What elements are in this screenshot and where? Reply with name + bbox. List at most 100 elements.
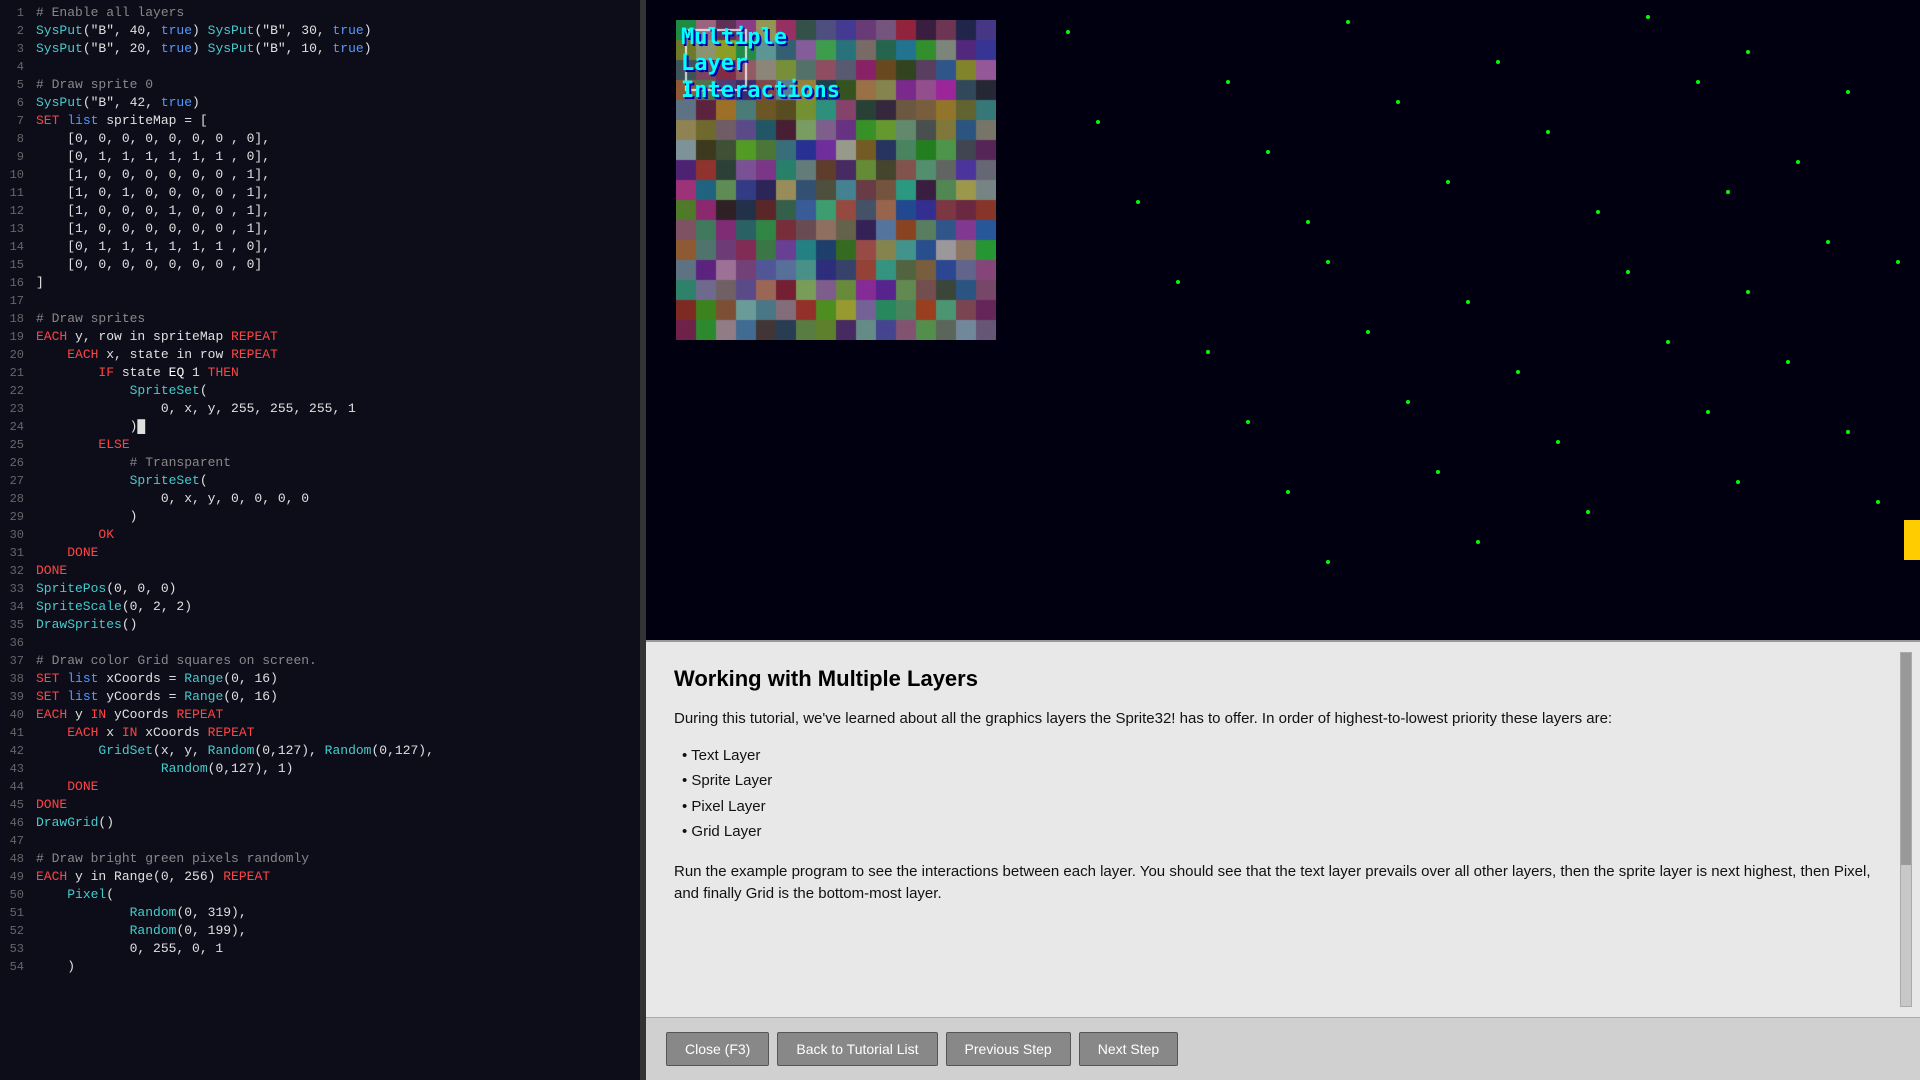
code-line: 16] [0, 274, 640, 292]
line-number: 27 [0, 472, 32, 490]
line-content: ) [32, 508, 137, 526]
line-content: SysPut("B", 20, true) SysPut("B", 10, tr… [32, 40, 372, 58]
green-dot [1846, 90, 1850, 94]
line-number: 26 [0, 454, 32, 472]
code-line: 19EACH y, row in spriteMap REPEAT [0, 328, 640, 346]
main-container: 1# Enable all layers2SysPut("B", 40, tru… [0, 0, 1920, 1080]
line-number: 10 [0, 166, 32, 184]
line-number: 28 [0, 490, 32, 508]
line-number: 42 [0, 742, 32, 760]
code-line: 4 [0, 58, 640, 76]
line-number: 23 [0, 400, 32, 418]
green-dot [1496, 60, 1500, 64]
line-number: 1 [0, 4, 32, 22]
line-number: 46 [0, 814, 32, 832]
code-line: 41 EACH x IN xCoords REPEAT [0, 724, 640, 742]
layer-item: • Grid Layer [682, 819, 1892, 845]
code-line: 3SysPut("B", 20, true) SysPut("B", 10, t… [0, 40, 640, 58]
code-line: 23 0, x, y, 255, 255, 255, 1 [0, 400, 640, 418]
code-line: 40EACH y IN yCoords REPEAT [0, 706, 640, 724]
line-number: 2 [0, 22, 32, 40]
line-number: 12 [0, 202, 32, 220]
line-content: [0, 0, 0, 0, 0, 0, 0 , 0] [32, 256, 262, 274]
code-line: 18# Draw sprites [0, 310, 640, 328]
green-dot [1326, 560, 1330, 564]
dialog-intro: During this tutorial, we've learned abou… [674, 708, 1892, 731]
line-number: 34 [0, 598, 32, 616]
line-content: # Draw sprite 0 [32, 76, 153, 94]
line-number: 31 [0, 544, 32, 562]
line-content: EACH y, row in spriteMap REPEAT [32, 328, 278, 346]
code-line: 42 GridSet(x, y, Random(0,127), Random(0… [0, 742, 640, 760]
green-dot [1286, 490, 1290, 494]
line-number: 15 [0, 256, 32, 274]
line-content: DONE [32, 544, 98, 562]
green-dot [1826, 240, 1830, 244]
line-content: Random(0,127), 1) [32, 760, 293, 778]
line-number: 54 [0, 958, 32, 976]
layer-list: • Text Layer• Sprite Layer• Pixel Layer•… [682, 743, 1892, 845]
line-content: DONE [32, 778, 98, 796]
line-number: 9 [0, 148, 32, 166]
dialog-scrollbar[interactable] [1900, 652, 1912, 1007]
green-dot [1326, 260, 1330, 264]
line-content: # Transparent [32, 454, 231, 472]
green-dot [1476, 540, 1480, 544]
line-content: EACH y IN yCoords REPEAT [32, 706, 223, 724]
green-dot [1176, 280, 1180, 284]
back-to-list-button[interactable]: Back to Tutorial List [777, 1032, 937, 1066]
line-number: 19 [0, 328, 32, 346]
line-number: 21 [0, 364, 32, 382]
line-content: ) [32, 958, 75, 976]
green-dot [1786, 360, 1790, 364]
green-dot [1746, 50, 1750, 54]
green-dot [1206, 350, 1210, 354]
layer-item: • Pixel Layer [682, 794, 1892, 820]
line-number: 48 [0, 850, 32, 868]
code-line: 38SET list xCoords = Range(0, 16) [0, 670, 640, 688]
line-content [32, 634, 36, 652]
line-content: EACH x IN xCoords REPEAT [32, 724, 254, 742]
line-number: 33 [0, 580, 32, 598]
line-content: ] [32, 274, 44, 292]
code-line: 44 DONE [0, 778, 640, 796]
code-line: 6SysPut("B", 42, true) [0, 94, 640, 112]
green-dot [1796, 160, 1800, 164]
scrollbar-thumb[interactable] [1901, 653, 1911, 865]
code-line: 24 )█ [0, 418, 640, 436]
green-dot [1586, 510, 1590, 514]
line-content: [0, 1, 1, 1, 1, 1, 1 , 0], [32, 148, 270, 166]
code-line: 21 IF state EQ 1 THEN [0, 364, 640, 382]
previous-step-button[interactable]: Previous Step [946, 1032, 1071, 1066]
line-content: Random(0, 319), [32, 904, 247, 922]
line-number: 6 [0, 94, 32, 112]
line-content: )█ [32, 418, 145, 436]
code-line: 5# Draw sprite 0 [0, 76, 640, 94]
close-button[interactable]: Close (F3) [666, 1032, 769, 1066]
line-number: 16 [0, 274, 32, 292]
green-dot [1726, 190, 1730, 194]
green-dot [1546, 130, 1550, 134]
line-content: IF state EQ 1 THEN [32, 364, 239, 382]
green-dot [1596, 210, 1600, 214]
line-content: # Enable all layers [32, 4, 184, 22]
line-content: Random(0, 199), [32, 922, 247, 940]
right-panel: Multiple Layer Interactions Working with… [646, 0, 1920, 1080]
green-dot [1556, 440, 1560, 444]
dialog-body: During this tutorial, we've learned abou… [674, 708, 1892, 906]
code-line: 20 EACH x, state in row REPEAT [0, 346, 640, 364]
green-dot [1406, 400, 1410, 404]
right-tab[interactable] [1904, 520, 1920, 560]
code-line: 49EACH y in Range(0, 256) REPEAT [0, 868, 640, 886]
code-line: 31 DONE [0, 544, 640, 562]
line-content: SpriteScale(0, 2, 2) [32, 598, 192, 616]
dialog-footer: Close (F3) Back to Tutorial List Previou… [646, 1017, 1920, 1080]
line-number: 47 [0, 832, 32, 850]
code-line: 45DONE [0, 796, 640, 814]
line-content: GridSet(x, y, Random(0,127), Random(0,12… [32, 742, 434, 760]
next-step-button[interactable]: Next Step [1079, 1032, 1178, 1066]
line-number: 3 [0, 40, 32, 58]
green-dot [1696, 80, 1700, 84]
dialog-title: Working with Multiple Layers [674, 666, 1892, 692]
line-number: 13 [0, 220, 32, 238]
